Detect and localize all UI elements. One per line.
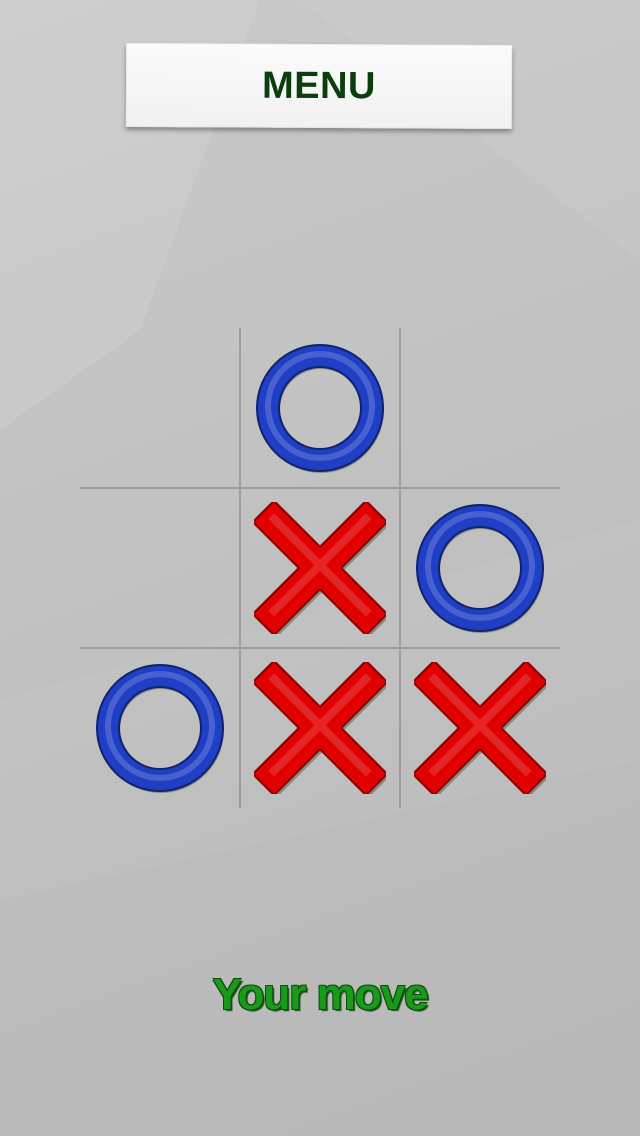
- board-cell-7[interactable]: [80, 648, 240, 808]
- x-mark-icon: [254, 662, 386, 794]
- o-mark-icon: [96, 664, 224, 793]
- board-cell-5[interactable]: [240, 488, 400, 648]
- board-cell-3[interactable]: [400, 328, 560, 488]
- game-board: [80, 328, 560, 808]
- x-mark-icon: [254, 502, 386, 634]
- board-cell-1[interactable]: [80, 328, 240, 488]
- board-cell-6[interactable]: [400, 488, 560, 648]
- menu-button[interactable]: MENU: [125, 42, 513, 130]
- board-cell-8[interactable]: [240, 648, 400, 808]
- menu-button-label: MENU: [261, 64, 377, 107]
- o-mark-icon: [416, 504, 544, 633]
- board-cell-2[interactable]: [240, 328, 400, 488]
- o-mark-icon: [256, 344, 384, 473]
- x-mark-icon: [414, 662, 546, 794]
- board-cell-9[interactable]: [400, 648, 560, 808]
- status-message: Your move: [212, 970, 428, 1019]
- board-cell-4[interactable]: [80, 488, 240, 648]
